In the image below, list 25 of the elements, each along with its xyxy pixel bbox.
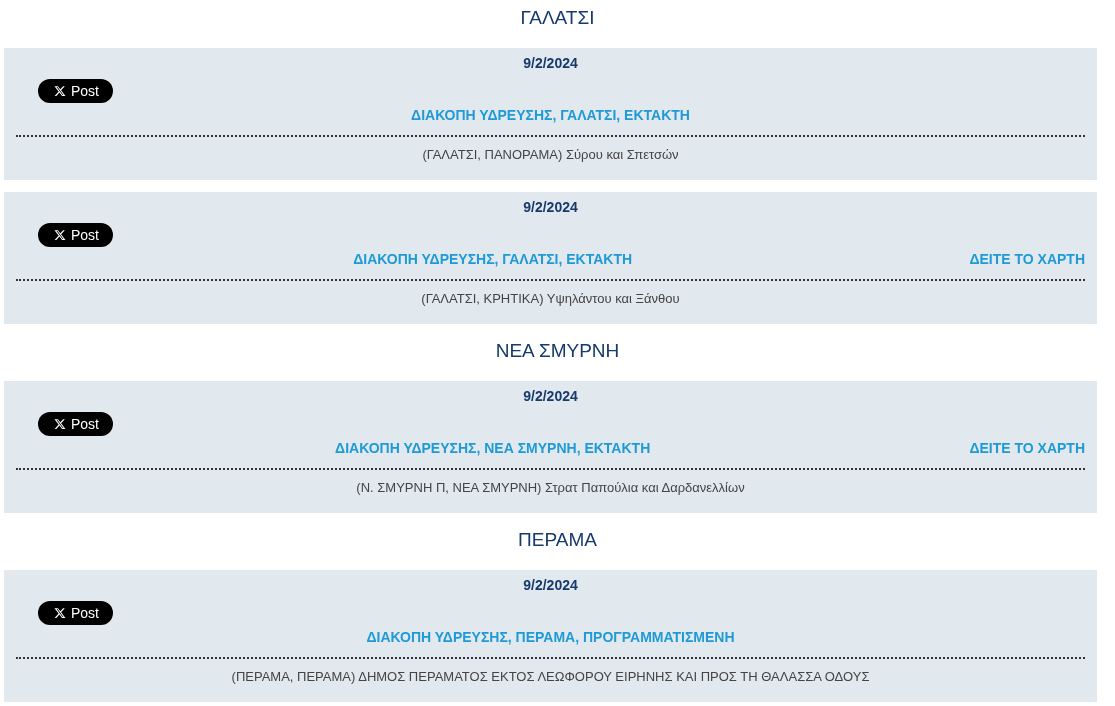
x-logo-icon [54, 607, 66, 619]
map-link[interactable]: ΔΕΙΤΕ ΤΟ ΧΑΡΤΗ [969, 249, 1085, 269]
post-button[interactable]: Post [38, 79, 113, 103]
x-logo-icon [54, 85, 66, 97]
post-button[interactable]: Post [38, 601, 113, 625]
section-heading: ΝΕΑ ΣΜΥΡΝΗ [494, 339, 621, 363]
notice-address: (Ν. ΣΜΥΡΝΗ Π, ΝΕΑ ΣΜΥΡΝΗ) Στρατ Παπούλια και Δαρδανελλίων [355, 479, 746, 497]
notice-date: 9/2/2024 [522, 387, 579, 406]
notice-title-link[interactable]: ΔΙΑΚΟΠΗ ΥΔΡΕΥΣΗΣ, ΓΑΛΑΤΣΙ, ΕΚΤΑΚΤΗ [16, 249, 970, 269]
notice-address: (ΓΑΛΑΤΣΙ, ΠΑΝΟΡΑΜΑ) Σύρου και Σπετσών [421, 146, 680, 164]
notice-title-link[interactable]: ΔΙΑΚΟΠΗ ΥΔΡΕΥΣΗΣ, ΝΕΑ ΣΜΥΡΝΗ, ΕΚΤΑΚΤΗ [16, 438, 970, 458]
notice-date: 9/2/2024 [522, 198, 579, 217]
x-logo-icon [54, 229, 66, 241]
notice-title-link[interactable]: ΔΙΑΚΟΠΗ ΥΔΡΕΥΣΗΣ, ΓΑΛΑΤΣΙ, ΕΚΤΑΚΤΗ [16, 105, 1085, 125]
notice-address: (ΠΕΡΑΜΑ, ΠΕΡΑΜΑ) ΔΗΜΟΣ ΠΕΡΑΜΑΤΟΣ ΕΚΤΟΣ ΛΕΩΦΟΡΟΥ ΕΙΡΗΝΗΣ ΚΑΙ ΠΡΟΣ ΤΗ ΘΑΛΑΣΣΑ ΟΔΟΥΣ [230, 668, 871, 686]
post-button[interactable]: Post [38, 412, 113, 436]
section-heading: ΓΑΛΑΤΣΙ [519, 6, 596, 30]
post-button[interactable]: Post [38, 223, 113, 247]
notice-address: (ΓΑΛΑΤΣΙ, ΚΡΗΤΙΚΑ) Υψηλάντου και Ξάνθου [420, 290, 681, 308]
notice-title-link[interactable]: ΔΙΑΚΟΠΗ ΥΔΡΕΥΣΗΣ, ΠΕΡΑΜΑ, ΠΡΟΓΡΑΜΜΑΤΙΣΜΕΝΗ [16, 627, 1085, 647]
section-heading: ΠΕΡΑΜΑ [517, 528, 598, 552]
notice-date: 9/2/2024 [522, 576, 579, 595]
map-link[interactable]: ΔΕΙΤΕ ΤΟ ΧΑΡΤΗ [969, 438, 1085, 458]
notice-date: 9/2/2024 [522, 54, 579, 73]
x-logo-icon [54, 418, 66, 430]
